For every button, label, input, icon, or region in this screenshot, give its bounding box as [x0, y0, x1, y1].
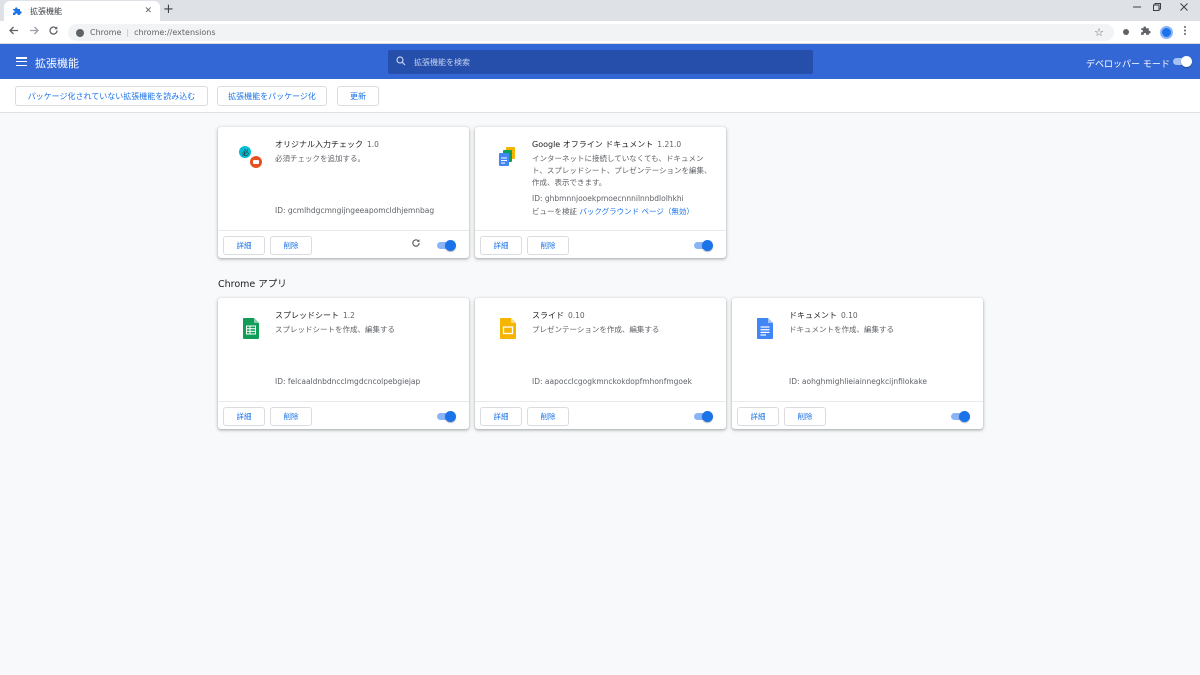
extension-name: Google オフライン ドキュメント 1.21.0 — [532, 139, 681, 150]
search-icon — [396, 55, 406, 69]
remove-button[interactable]: 削除 — [784, 407, 826, 426]
reload-icon[interactable] — [48, 25, 59, 40]
app-version: 0.10 — [568, 311, 585, 320]
custom-check-icon: 必 — [238, 144, 264, 170]
app-description: ドキュメントを作成、編集する — [789, 325, 894, 334]
developer-mode-toggle[interactable] — [1172, 55, 1192, 67]
card-footer: 詳細 削除 — [475, 401, 726, 429]
extension-card: Google オフライン ドキュメント 1.21.0 インターネットに接続していな… — [475, 127, 726, 258]
remove-button[interactable]: 削除 — [270, 236, 312, 255]
extensions-header: 拡張機能 デベロッパー モード — [0, 44, 1200, 79]
page-title: 拡張機能 — [35, 57, 79, 70]
svg-text:必: 必 — [242, 148, 249, 157]
tab-extensions[interactable]: 拡張機能 ✕ — [4, 1, 160, 21]
load-unpacked-button[interactable]: パッケージ化されていない拡張機能を読み込む — [15, 86, 208, 106]
puzzle-icon — [12, 6, 22, 16]
browser-toolbar: Chrome | chrome://extensions ☆ — [0, 21, 1200, 44]
tab-close-icon[interactable]: ✕ — [144, 6, 152, 16]
card-footer: 詳細 削除 — [475, 230, 726, 258]
details-button[interactable]: 詳細 — [737, 407, 779, 426]
app-name: スプレッドシート 1.2 — [275, 310, 355, 321]
slides-icon — [495, 315, 521, 341]
extension-enable-toggle[interactable] — [693, 239, 713, 251]
bookmark-star-icon[interactable]: ☆ — [1094, 26, 1104, 39]
hamburger-menu-icon[interactable] — [16, 57, 27, 67]
developer-toolbar: パッケージ化されていない拡張機能を読み込む 拡張機能をパッケージ化 更新 — [0, 79, 1200, 113]
extension-card: 必 オリジナル入力チェック 1.0 必須チェックを追加する。 ID: gcmlhd… — [218, 127, 469, 258]
app-description: プレゼンテーションを作成、編集する — [532, 325, 660, 334]
url-text: chrome://extensions — [134, 28, 216, 37]
extension-record-icon[interactable] — [1122, 27, 1130, 41]
search-box[interactable] — [388, 50, 813, 74]
minimize-icon[interactable] — [1132, 2, 1142, 15]
google-docs-offline-icon — [495, 144, 521, 170]
extension-version: 1.0 — [367, 140, 379, 149]
app-enable-toggle[interactable] — [436, 410, 456, 422]
new-tab-button[interactable]: + — [163, 3, 174, 17]
extension-id: ID: ghbmnnjooekpmoecnnnilnnbdlolhkhi — [532, 194, 684, 203]
app-name: ドキュメント 0.10 — [789, 310, 858, 321]
extension-description: インターネットに接続していなくても、ドキュメント、スプレッドシート、プレゼンテー… — [532, 154, 712, 187]
forward-icon[interactable] — [29, 25, 40, 40]
app-id: ID: aapocclcgogkmnckokdopfmhonfmgoek — [532, 377, 692, 386]
app-card: ドキュメント 0.10 ドキュメントを作成、編集する ID: aohghmighl… — [732, 298, 983, 429]
reload-extension-icon[interactable] — [411, 238, 421, 251]
extension-enable-toggle[interactable] — [436, 239, 456, 251]
app-description: スプレッドシートを作成、編集する — [275, 325, 395, 334]
extensions-puzzle-icon[interactable] — [1140, 25, 1151, 41]
extension-version: 1.21.0 — [657, 140, 682, 149]
app-id: ID: aohghmighlieiainnegkcijnfilokake — [789, 377, 927, 386]
app-name: スライド 0.10 — [532, 310, 585, 321]
card-footer: 詳細 削除 — [218, 401, 469, 429]
profile-avatar[interactable] — [1160, 26, 1173, 39]
extension-name-text: オリジナル入力チェック — [275, 140, 363, 149]
address-bar[interactable]: Chrome | chrome://extensions ☆ — [68, 24, 1114, 41]
chrome-apps-heading: Chrome アプリ — [218, 279, 287, 290]
window-close-icon[interactable] — [1179, 2, 1189, 15]
pack-extension-button[interactable]: 拡張機能をパッケージ化 — [217, 86, 327, 106]
card-footer: 詳細 削除 — [732, 401, 983, 429]
extension-name: オリジナル入力チェック 1.0 — [275, 139, 379, 150]
site-info-icon[interactable] — [76, 28, 84, 37]
app-card: スプレッドシート 1.2 スプレッドシートを作成、編集する ID: felcaal… — [218, 298, 469, 429]
tab-strip: 拡張機能 ✕ + — [0, 0, 1200, 21]
app-id: ID: felcaaldnbdncclmgdcncolpebgiejap — [275, 377, 421, 386]
card-footer: 詳細 削除 — [218, 230, 469, 258]
details-button[interactable]: 詳細 — [480, 407, 522, 426]
details-button[interactable]: 詳細 — [480, 236, 522, 255]
extension-id: ID: gcmlhdgcmngijngeeapomcldhjemnbag — [275, 206, 435, 215]
app-card: スライド 0.10 プレゼンテーションを作成、編集する ID: aapocclcg… — [475, 298, 726, 429]
app-enable-toggle[interactable] — [950, 410, 970, 422]
app-version: 1.2 — [343, 311, 355, 320]
remove-button[interactable]: 削除 — [527, 236, 569, 255]
details-button[interactable]: 詳細 — [223, 407, 265, 426]
url-separator: | — [126, 28, 130, 37]
app-name-text: スライド — [532, 311, 564, 320]
search-input[interactable] — [414, 57, 794, 67]
app-name-text: ドキュメント — [789, 311, 837, 320]
back-icon[interactable] — [8, 25, 19, 40]
app-enable-toggle[interactable] — [693, 410, 713, 422]
remove-button[interactable]: 削除 — [270, 407, 312, 426]
background-page-link[interactable]: バックグラウンド ページ — [579, 207, 663, 216]
url-scheme: Chrome — [90, 28, 122, 37]
remove-button[interactable]: 削除 — [527, 407, 569, 426]
restore-icon[interactable] — [1152, 2, 1162, 15]
browser-menu-icon[interactable] — [1183, 25, 1187, 41]
update-button[interactable]: 更新 — [337, 86, 379, 106]
sheets-icon — [238, 315, 264, 341]
docs-icon — [752, 315, 778, 341]
background-page-status: （無効） — [663, 207, 694, 216]
app-version: 0.10 — [841, 311, 858, 320]
details-button[interactable]: 詳細 — [223, 236, 265, 255]
app-name-text: スプレッドシート — [275, 311, 339, 320]
extension-name-text: Google オフライン ドキュメント — [532, 140, 654, 149]
developer-mode-label: デベロッパー モード — [1086, 60, 1170, 70]
inspect-views: ビューを検証 バックグラウンド ページ（無効） — [532, 206, 694, 217]
tab-title: 拡張機能 — [30, 6, 62, 16]
inspect-views-label: ビューを検証 — [532, 207, 577, 216]
extension-description: 必須チェックを追加する。 — [275, 154, 365, 163]
